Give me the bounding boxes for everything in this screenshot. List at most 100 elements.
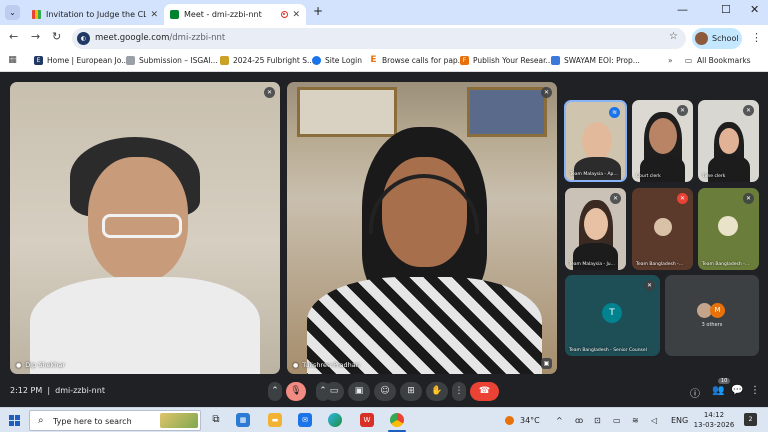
profile-button[interactable]: School (692, 28, 742, 49)
shirt (574, 157, 621, 180)
battery-icon[interactable]: ▭ (613, 416, 621, 425)
maximize-icon[interactable]: ☐ (721, 3, 731, 16)
face (582, 122, 612, 160)
windows-start-icon[interactable] (9, 415, 20, 426)
others-label: 3 others (701, 322, 723, 328)
avatar (695, 32, 708, 45)
captions-icon: ▣ (354, 386, 364, 396)
tab-invitation[interactable]: Invitation to Judge the CLEA Int ✕ (26, 4, 164, 25)
participant-tile[interactable]: ≋ Team Malaysia - Ap... (564, 100, 627, 182)
taskbar-search[interactable]: ⌕ Type here to search (29, 410, 201, 431)
meet-stage: ✕ ● Dip Shekhar ✕ ▣ ● Tulishree Pradhan ≋ … (0, 73, 768, 375)
participant-name: Team Bangladesh -... (702, 262, 750, 267)
more-bookmarks-icon[interactable]: » (668, 56, 673, 65)
apps-grid-icon[interactable]: ▦ (236, 413, 250, 427)
camera-toggle-button[interactable]: ▭ (324, 382, 344, 401)
captions-button[interactable]: ▣ (348, 382, 370, 401)
all-bookmarks-button[interactable]: ▭ All Bookmarks (684, 56, 751, 65)
f-icon: F (460, 56, 469, 65)
avatar: M (710, 303, 725, 318)
chrome-icon[interactable] (390, 413, 404, 427)
folder-icon: ▭ (684, 56, 693, 65)
reload-icon[interactable]: ↻ (52, 30, 61, 43)
address-bar[interactable]: ◐ meet.google.com/dmi-zzbi-nnt ☆ (72, 28, 686, 49)
participant-tile[interactable]: ✕ ● Dip Shekhar (10, 82, 280, 374)
volume-icon[interactable]: ◁ (651, 416, 657, 425)
close-tab-icon[interactable]: ✕ (292, 10, 300, 20)
wifi-icon[interactable]: ≋ (632, 416, 639, 425)
search-highlight-image (160, 413, 198, 428)
camera-icon: ▭ (329, 386, 339, 396)
bookmark-star-icon[interactable]: ☆ (669, 31, 678, 42)
site-info-icon[interactable]: ◐ (77, 32, 90, 45)
mic-off-icon: ✕ (743, 193, 754, 204)
minimize-icon[interactable]: — (677, 3, 688, 16)
participant-tile[interactable]: ✕ Time clerk (698, 100, 759, 182)
forward-icon[interactable]: → (31, 30, 40, 43)
tab-meet[interactable]: Meet - dmi-zzbi-nnt ✕ (164, 4, 306, 25)
participant-name: Time clerk (702, 174, 726, 179)
language-indicator[interactable]: ENG (671, 416, 688, 425)
participant-tile[interactable]: ✕ Team Malaysia - Ju... (565, 188, 626, 270)
task-view-icon[interactable]: ⧉ (209, 413, 223, 427)
bookmark-item[interactable]: SWAYAM EOI: Prop... (551, 56, 640, 65)
present-icon: ⊞ (407, 386, 415, 396)
tab-strip: ⌄ Invitation to Judge the CLEA Int ✕ Mee… (0, 0, 768, 25)
end-call-icon: ☎ (478, 386, 491, 396)
face (649, 118, 677, 154)
new-tab-icon[interactable]: + (313, 4, 323, 18)
bookmark-item[interactable]: Submission – ISGAI... (126, 56, 218, 65)
participant-name: Team Bangladesh -... (636, 262, 684, 267)
chat-icon[interactable]: 💬 (731, 385, 743, 396)
participant-tile[interactable]: ✕ Team Bangladesh -... (632, 188, 693, 270)
present-button[interactable]: ⊞ (400, 382, 422, 401)
mic-off-icon: 🎙 (290, 386, 302, 396)
leave-call-button[interactable]: ☎ (470, 382, 499, 401)
back-icon[interactable]: ← (9, 30, 18, 43)
tab-search-chevron-icon[interactable]: ⌄ (5, 5, 20, 20)
participant-count-badge: 10 (718, 378, 731, 384)
show-hidden-icons[interactable]: ^ (556, 416, 563, 425)
avatar (718, 216, 738, 236)
participant-tile[interactable]: ✕ Court clerk (632, 100, 693, 182)
participant-tile[interactable]: ✕ Team Bangladesh -... (698, 188, 759, 270)
mail-icon[interactable]: ✉ (298, 413, 312, 427)
audio-options-button[interactable]: ⌃ (268, 382, 282, 401)
clock[interactable]: 14:12 13-03-2026 (692, 410, 736, 430)
others-tile[interactable]: M 3 others (665, 275, 759, 356)
activities-icon[interactable]: ⋮ (750, 385, 760, 396)
participant-tile[interactable]: ✕ ▣ ● Tulishree Pradhan (287, 82, 557, 374)
weather-widget[interactable]: 34°C (505, 416, 540, 425)
wps-icon[interactable]: W (360, 413, 374, 427)
bookmark-item[interactable]: F Publish Your Resear... (460, 56, 553, 65)
notification-center-icon[interactable]: 2 (744, 413, 757, 426)
mic-off-icon: ✕ (610, 193, 621, 204)
pin-icon[interactable]: ▣ (541, 358, 552, 369)
bookmark-item[interactable]: E Home | European Jo... (34, 56, 128, 65)
people-icon[interactable]: 👥 (712, 385, 724, 396)
participant-tile[interactable]: T ✕ Team Bangladesh - Senior Counsel (565, 275, 660, 356)
participant-name: Dip Shekhar (25, 361, 66, 369)
bookmark-item[interactable]: 2024-25 Fulbright S... (220, 56, 314, 65)
bookmark-item[interactable]: Site Login (312, 56, 362, 65)
browser-menu-icon[interactable]: ⋮ (751, 31, 762, 44)
participant-name: Court clerk (636, 174, 661, 179)
info-icon[interactable]: ⓘ (690, 385, 700, 400)
gmail-icon (32, 10, 41, 19)
network-icon[interactable]: ⊡ (594, 416, 601, 425)
raise-hand-button[interactable]: ✋ (426, 382, 448, 401)
edge-icon[interactable] (328, 413, 342, 427)
file-explorer-icon[interactable]: ▬ (268, 413, 282, 427)
more-options-button[interactable]: ⋮ (452, 382, 466, 401)
journal-icon: E (34, 56, 43, 65)
emoji-button[interactable]: ☺ (374, 382, 396, 401)
search-placeholder: Type here to search (53, 417, 132, 426)
bookmark-item[interactable]: E Browse calls for pap... (369, 56, 464, 66)
mic-off-icon: ✕ (264, 87, 275, 98)
close-tab-icon[interactable]: ✕ (150, 10, 158, 20)
apps-icon[interactable]: ▦ (8, 56, 21, 65)
close-window-icon[interactable]: ✕ (750, 3, 759, 16)
windows-taskbar: ⌕ Type here to search ⧉ ▦ ▬ ✉ W 34°C ^ ꝏ… (0, 407, 768, 432)
people-icon[interactable]: ꝏ (575, 416, 583, 425)
mic-toggle-button[interactable]: 🎙 (286, 382, 306, 401)
